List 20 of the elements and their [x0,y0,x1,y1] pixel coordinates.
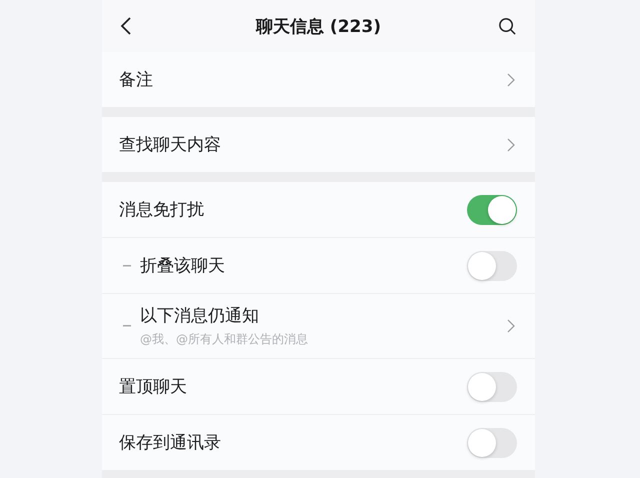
setting-label: 置顶聊天 [119,376,188,398]
setting-label: 以下消息仍通知 [140,305,260,327]
window-title: 聊天信息 (223) [256,16,381,38]
dash-icon [123,325,131,327]
toggle-switch[interactable] [467,194,517,224]
toggle-switch[interactable] [467,428,517,458]
toggle-switch[interactable] [467,372,517,402]
toggle-switch[interactable] [467,250,517,280]
setting-description: @我、@所有人和群公告的消息 [140,331,309,348]
setting-label: 消息免打扰 [119,199,205,221]
dash-icon [123,264,131,266]
setting-label: 查找聊天内容 [119,134,222,156]
search-icon[interactable] [498,16,517,36]
chevron-right-icon[interactable] [507,319,515,333]
chevron-right-icon[interactable] [507,72,515,86]
back-icon[interactable] [120,16,132,36]
chevron-right-icon[interactable] [507,138,515,152]
setting-label: 折叠该聊天 [140,255,226,277]
setting-label: 保存到通讯录 [119,432,222,454]
setting-label: 备注 [119,69,154,91]
